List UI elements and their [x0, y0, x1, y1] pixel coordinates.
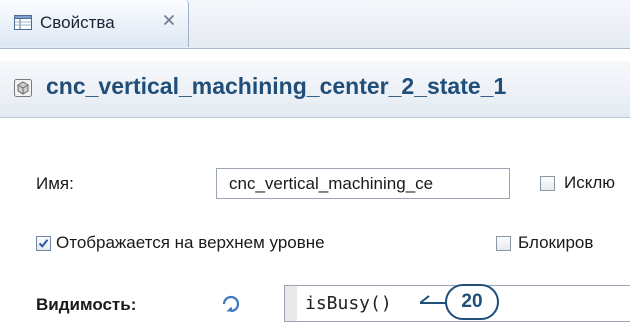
- callout-number: 20: [445, 284, 499, 320]
- properties-panel: Свойства cnc_vertical_machining_center_2…: [0, 0, 630, 336]
- lock-checkbox[interactable]: [496, 236, 511, 251]
- dynamic-value-icon[interactable]: [220, 294, 242, 314]
- show-top-level-label: Отображается на верхнем уровне: [56, 233, 325, 252]
- show-top-level-checkbox[interactable]: [36, 236, 51, 251]
- page-title: cnc_vertical_machining_center_2_state_1: [46, 73, 507, 99]
- properties-form: Имя: cnc_vertical_machining_ce Исклю Ото…: [0, 118, 630, 336]
- exclude-label: Исклю: [564, 173, 616, 192]
- tab-properties[interactable]: Свойства: [0, 0, 189, 47]
- name-field[interactable]: cnc_vertical_machining_ce: [216, 168, 510, 199]
- checkmark-icon: [38, 239, 49, 248]
- name-field-value: cnc_vertical_machining_ce: [229, 174, 434, 193]
- tab-strip: Свойства: [0, 0, 630, 49]
- editor-gutter: [285, 286, 297, 321]
- exclude-checkbox[interactable]: [540, 176, 555, 191]
- visibility-expression: isBusy(): [305, 293, 392, 314]
- state-icon: [14, 79, 32, 97]
- tab-label: Свойства: [40, 13, 115, 32]
- properties-view-icon: [14, 15, 32, 30]
- lock-label: Блокиров: [518, 233, 594, 252]
- name-label: Имя:: [36, 174, 74, 193]
- properties-header: cnc_vertical_machining_center_2_state_1: [0, 61, 630, 118]
- close-icon[interactable]: [163, 14, 175, 26]
- visibility-label: Видимость:: [36, 295, 137, 314]
